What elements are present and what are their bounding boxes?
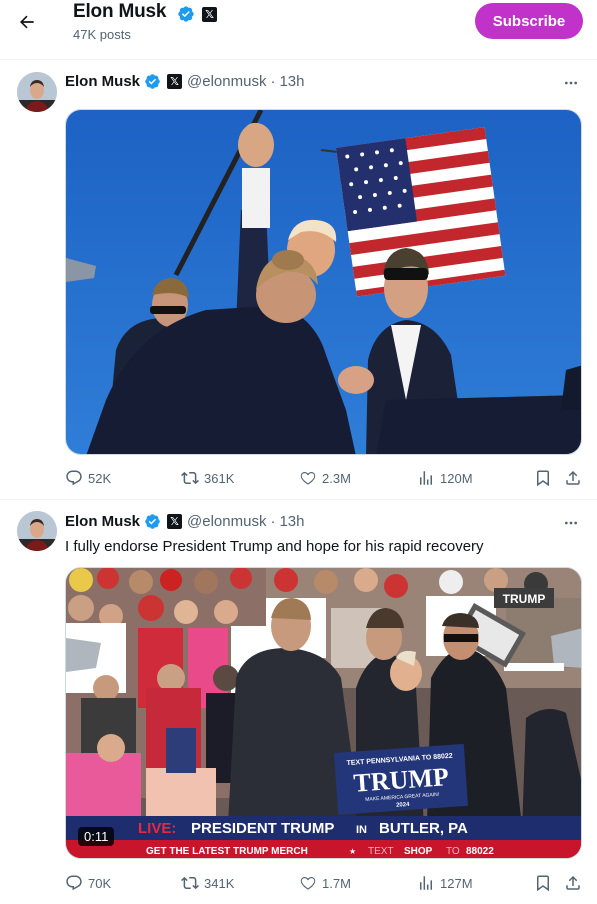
share-button[interactable] bbox=[564, 469, 582, 487]
tweet-header: Elon Musk 𝕏 @elonmusk · 13h bbox=[65, 73, 304, 90]
reply-count: 52K bbox=[88, 470, 112, 486]
verified-badge-icon bbox=[145, 74, 160, 89]
reply-button[interactable]: 70K bbox=[65, 874, 111, 892]
avatar[interactable] bbox=[17, 72, 57, 112]
like-button[interactable]: 1.7M bbox=[299, 874, 351, 892]
share-button[interactable] bbox=[564, 874, 582, 892]
background-sign-text: TRUMP bbox=[503, 592, 546, 606]
ticker-star: ★ bbox=[349, 847, 356, 856]
back-button[interactable] bbox=[14, 9, 40, 35]
views-button[interactable]: 120M bbox=[417, 469, 473, 487]
profile-header: Elon Musk 𝕏 47K posts Subscribe bbox=[0, 0, 597, 53]
tweet-2[interactable]: Elon Musk 𝕏 @elonmusk · 13h I fully endo… bbox=[0, 499, 597, 904]
repost-button[interactable]: 341K bbox=[181, 874, 234, 892]
video-duration: 0:11 bbox=[78, 827, 115, 846]
tweet-actions: 52K 361K 2.3M 120M bbox=[65, 469, 582, 489]
author-handle[interactable]: @elonmusk bbox=[187, 513, 266, 530]
headline-pre: PRESIDENT TRUMP bbox=[191, 820, 334, 837]
x-affiliate-icon: 𝕏 bbox=[167, 74, 183, 89]
arrow-left-icon bbox=[20, 15, 34, 29]
verified-badge-icon bbox=[145, 514, 160, 529]
heart-icon bbox=[300, 877, 316, 890]
views-chart-icon bbox=[420, 876, 432, 890]
bookmark-button[interactable] bbox=[534, 874, 552, 892]
ticker-shop: SHOP bbox=[404, 846, 433, 857]
tweet-1[interactable]: Elon Musk 𝕏 @elonmusk · 13h 52K 361K 2.3… bbox=[0, 59, 597, 499]
more-icon bbox=[565, 81, 577, 85]
more-options-button[interactable] bbox=[561, 513, 581, 533]
more-options-button[interactable] bbox=[561, 73, 581, 93]
like-count: 1.7M bbox=[322, 875, 351, 891]
repost-icon bbox=[181, 876, 199, 890]
reply-button[interactable]: 52K bbox=[65, 469, 111, 487]
like-button[interactable]: 2.3M bbox=[299, 469, 351, 487]
more-icon bbox=[565, 521, 577, 525]
tweet-header: Elon Musk 𝕏 @elonmusk · 13h bbox=[65, 513, 304, 530]
x-affiliate-icon: 𝕏 bbox=[202, 6, 217, 22]
x-affiliate-icon: 𝕏 bbox=[167, 514, 183, 529]
author-name[interactable]: Elon Musk bbox=[65, 73, 140, 90]
subscribe-button[interactable]: Subscribe bbox=[475, 3, 583, 39]
sign-year-text: 2024 bbox=[396, 802, 410, 809]
post-count: 47K posts bbox=[73, 27, 131, 42]
bookmark-button[interactable] bbox=[534, 469, 552, 487]
tweet-photo[interactable] bbox=[65, 109, 582, 455]
avatar[interactable] bbox=[17, 511, 57, 551]
bookmark-icon bbox=[537, 875, 549, 892]
views-count: 120M bbox=[440, 470, 473, 486]
timestamp[interactable]: 13h bbox=[279, 73, 304, 90]
reply-icon bbox=[66, 875, 82, 891]
repost-button[interactable]: 361K bbox=[181, 469, 234, 487]
share-icon bbox=[566, 470, 580, 485]
separator-dot: · bbox=[270, 73, 276, 90]
ticker-number: 88022 bbox=[466, 846, 494, 857]
views-count: 127M bbox=[440, 875, 473, 891]
reply-count: 70K bbox=[88, 875, 112, 891]
views-button[interactable]: 127M bbox=[417, 874, 473, 892]
live-label: LIVE: bbox=[138, 820, 176, 837]
ticker-to: TO bbox=[446, 846, 460, 857]
repost-count: 361K bbox=[204, 470, 235, 486]
like-count: 2.3M bbox=[322, 470, 351, 486]
repost-count: 341K bbox=[204, 875, 235, 891]
share-icon bbox=[566, 875, 580, 890]
profile-badges: 𝕏 bbox=[177, 5, 217, 23]
bookmark-icon bbox=[537, 470, 549, 487]
repost-icon bbox=[181, 471, 199, 485]
author-handle[interactable]: @elonmusk bbox=[187, 73, 266, 90]
verified-badge-icon bbox=[178, 6, 194, 22]
tweet-video[interactable]: TRUMP TEXT PENNSYLVANIA TO 88022 TRUMP M… bbox=[65, 567, 582, 859]
profile-name: Elon Musk bbox=[73, 1, 167, 22]
headline-post: BUTLER, PA bbox=[379, 820, 468, 837]
author-name[interactable]: Elon Musk bbox=[65, 513, 140, 530]
tweet-text: I fully endorse President Trump and hope… bbox=[65, 538, 484, 555]
ticker-merch: GET THE LATEST TRUMP MERCH bbox=[146, 846, 308, 857]
headline-in: IN bbox=[356, 824, 367, 836]
reply-icon bbox=[66, 470, 82, 486]
separator-dot: · bbox=[270, 513, 276, 530]
ticker-text-word: TEXT bbox=[368, 846, 394, 857]
heart-icon bbox=[300, 472, 316, 485]
timestamp[interactable]: 13h bbox=[279, 513, 304, 530]
tweet-actions: 70K 341K 1.7M 127M bbox=[65, 874, 582, 894]
views-chart-icon bbox=[420, 471, 432, 485]
